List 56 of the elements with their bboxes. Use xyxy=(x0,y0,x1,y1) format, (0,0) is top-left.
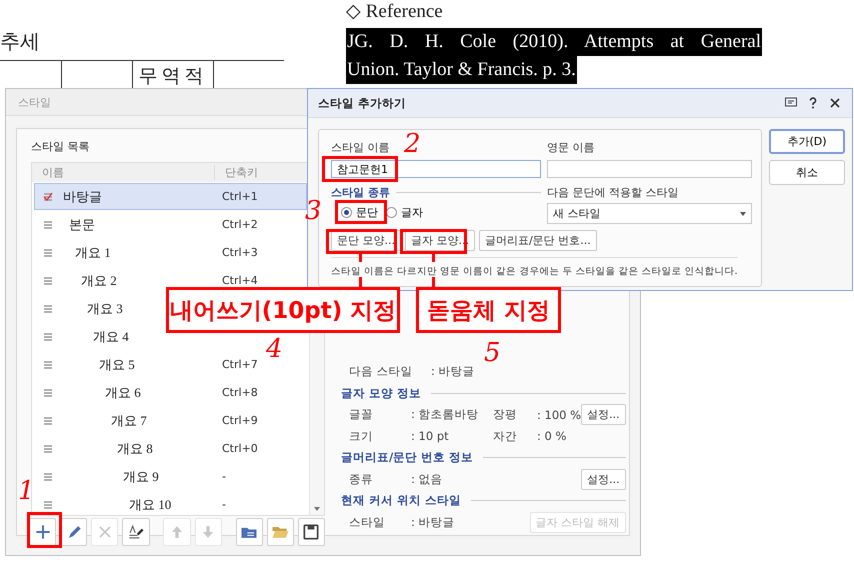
info-value: : 바탕글 xyxy=(411,514,456,530)
style-name: 개요 1 xyxy=(74,244,112,262)
field-label: 스타일 이름 xyxy=(331,140,390,155)
style-name: 개요 7 xyxy=(110,412,148,430)
shortcut-text: - xyxy=(222,470,227,483)
reference-title: ◇ Reference xyxy=(346,0,444,24)
style-name: 개요 5 xyxy=(98,356,136,374)
style-name: 개요 4 xyxy=(92,328,130,346)
section-title: 글머리표/문단 번호 정보 xyxy=(341,450,474,466)
shortcut-text: Ctrl+1 xyxy=(222,190,259,203)
info-label: 스타일 xyxy=(349,514,386,530)
shortcut-text: - xyxy=(222,498,227,511)
info-label: 장평 xyxy=(493,407,518,422)
info-value: : 0 % xyxy=(537,429,568,444)
step-number: 2 xyxy=(404,131,421,157)
shortcut-text: Ctrl+9 xyxy=(222,414,259,427)
info-label: 글꼴 xyxy=(349,407,374,422)
info-label: 자간 xyxy=(493,428,518,444)
style-name: 바탕글 xyxy=(63,188,103,206)
section-title: 글자 모양 정보 xyxy=(341,386,422,401)
shortcut-text: Ctrl+4 xyxy=(222,274,259,287)
info-value: : 10 pt xyxy=(411,429,450,444)
dialog-title: 스타일 xyxy=(18,94,51,110)
info-label: 다음 스타일 xyxy=(349,364,414,380)
shortcut-text: Ctrl+7 xyxy=(222,358,259,371)
style-name: 개요 2 xyxy=(80,272,118,290)
column-header: 단축키 xyxy=(224,165,259,180)
step-number: 1 xyxy=(18,478,35,504)
shortcut-text: Ctrl+2 xyxy=(222,218,259,231)
callout-tooltip: 내어쓰기(10pt) 지정 xyxy=(166,287,400,333)
step-number: 5 xyxy=(484,340,501,366)
info-label: 크기 xyxy=(349,428,374,444)
field-label: 영문 이름 xyxy=(547,140,594,155)
section-title: 스타일 종류 xyxy=(331,185,390,200)
column-header: 이름 xyxy=(32,165,215,180)
dialog-title: 스타일 추가하기 xyxy=(318,96,408,110)
callout-tooltip: 돋움체 지정 xyxy=(416,287,561,333)
style-name: 개요 6 xyxy=(104,384,142,402)
style-name: 본문 xyxy=(68,216,96,234)
info-value: : 함초롬바탕 xyxy=(411,407,480,422)
style-name: 개요 9 xyxy=(122,468,160,486)
info-value: : 바탕글 xyxy=(431,364,475,380)
field-label: 다음 문단에 적용할 스타일 xyxy=(547,185,680,200)
shortcut-text: Ctrl+0 xyxy=(222,442,259,455)
info-value: : 없음 xyxy=(411,472,444,487)
shortcut-text: Ctrl+8 xyxy=(222,386,259,399)
style-name: 개요 10 xyxy=(128,496,172,514)
info-value: : 100 % xyxy=(537,408,582,422)
shortcut-text: Ctrl+3 xyxy=(222,246,259,259)
list-label: 스타일 목록 xyxy=(31,139,90,154)
document-heading: 추세 xyxy=(0,30,40,55)
section-title: 현재 커서 위치 스타일 xyxy=(341,493,462,508)
info-label: 종류 xyxy=(349,472,374,487)
step-number: 3 xyxy=(305,198,322,224)
style-name: 개요 8 xyxy=(116,440,154,458)
step-number: 4 xyxy=(266,336,283,362)
